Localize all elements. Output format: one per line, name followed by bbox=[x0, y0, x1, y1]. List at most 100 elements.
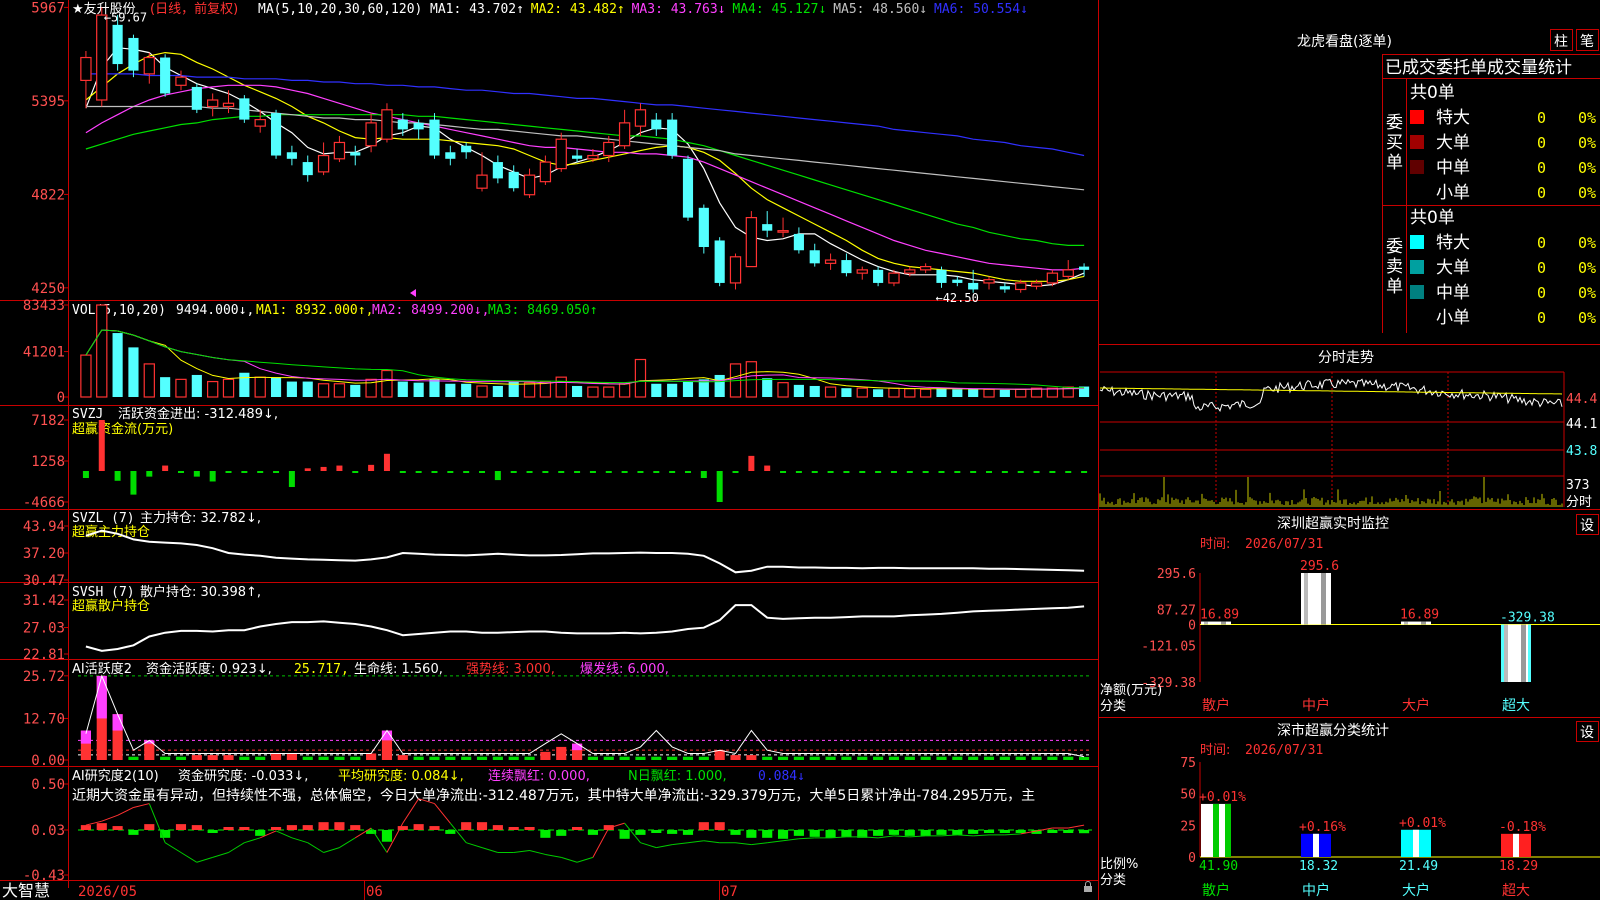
aires-bar bbox=[873, 829, 884, 836]
aiact-bar bbox=[334, 756, 345, 760]
aires-bar bbox=[175, 824, 187, 830]
lhb-total: 共0单 bbox=[1410, 208, 1455, 228]
svzj-bar bbox=[431, 471, 438, 473]
vol-bar bbox=[333, 383, 346, 398]
classify-category: 中户 bbox=[1302, 882, 1330, 899]
candle-down bbox=[191, 86, 202, 110]
vol-bar bbox=[175, 378, 187, 398]
lhb-row-pct: 0% bbox=[1578, 109, 1596, 127]
vol-bar bbox=[445, 383, 456, 397]
aiact-bar bbox=[223, 755, 234, 760]
aires-bar bbox=[144, 824, 155, 830]
aiact-bar bbox=[413, 756, 424, 760]
svzj-bar bbox=[684, 471, 691, 473]
svzj-bar bbox=[193, 471, 200, 477]
aires-bar bbox=[270, 826, 282, 830]
aiact-bar bbox=[397, 755, 408, 760]
svzj-bar bbox=[875, 471, 882, 473]
svsh-y-tick: 22.81 bbox=[23, 647, 65, 663]
lhb-side-char: 买 bbox=[1386, 133, 1403, 153]
aiact-bar bbox=[1079, 756, 1090, 760]
aiact-bar bbox=[476, 756, 488, 760]
classify-value-label: 18.29 bbox=[1499, 859, 1538, 874]
aiact-bar bbox=[191, 755, 202, 760]
candle-up bbox=[523, 174, 536, 196]
candle-up bbox=[618, 122, 631, 147]
candle-down bbox=[873, 269, 884, 283]
aiact-bar bbox=[540, 751, 551, 760]
vol-bar bbox=[254, 376, 266, 398]
lhb-row-label: 大单 bbox=[1436, 133, 1470, 153]
monitor-settings-button[interactable]: 设 bbox=[1576, 514, 1599, 535]
aires-bar bbox=[968, 829, 979, 834]
classify-category: 大户 bbox=[1402, 882, 1430, 899]
svzl-title: SVZL (7) bbox=[72, 511, 135, 526]
aiact-bar bbox=[682, 756, 694, 760]
monitor-y-tick: 295.6 bbox=[1157, 567, 1196, 582]
vol-bar bbox=[999, 389, 1010, 397]
bar-mode-button[interactable]: 柱 bbox=[1550, 29, 1573, 51]
aiact-bar-top bbox=[572, 743, 583, 751]
svzj-bar bbox=[669, 471, 676, 473]
classify-y-tick: 50 bbox=[1180, 788, 1196, 803]
svzj-bar bbox=[827, 471, 834, 473]
aires-bar bbox=[1063, 829, 1074, 833]
svzj-bar bbox=[653, 471, 660, 473]
aiact-bar bbox=[667, 756, 678, 760]
vol-bar bbox=[523, 382, 536, 398]
candle-down bbox=[651, 119, 662, 130]
commentary-mask bbox=[1099, 786, 1101, 806]
classify-bar-stripe bbox=[1413, 829, 1419, 857]
classify-change-label: +0.16% bbox=[1299, 820, 1346, 835]
vol-bar bbox=[555, 376, 567, 398]
monitor-time: 2026/07/31 bbox=[1245, 537, 1323, 552]
aires-last: 0.084↓ bbox=[758, 769, 805, 784]
svzj-bar bbox=[970, 471, 977, 473]
ma-legend-item: MA5: 48.560↓ bbox=[833, 2, 927, 17]
classify-title: 深市超赢分类统计 bbox=[1277, 722, 1389, 739]
aires-bar bbox=[223, 826, 234, 830]
aires-bar bbox=[983, 829, 995, 833]
aiact-bar bbox=[857, 756, 868, 760]
candle-up bbox=[904, 269, 916, 274]
aiact-bar bbox=[968, 756, 979, 760]
monitor-category: 中户 bbox=[1302, 697, 1330, 714]
lhb-row-label: 大单 bbox=[1436, 258, 1470, 278]
aires-bar bbox=[698, 822, 709, 830]
candle-down bbox=[286, 152, 297, 159]
vol-bar bbox=[667, 383, 678, 397]
svg-text:柱: 柱 bbox=[1554, 34, 1568, 50]
classify-y-tick: 0 bbox=[1188, 851, 1196, 866]
tick-mode-button[interactable]: 笔 bbox=[1576, 29, 1599, 51]
monitor-value-label: 16.89 bbox=[1200, 608, 1239, 623]
aiact-bar bbox=[508, 756, 519, 760]
aires-bar bbox=[793, 829, 804, 836]
candle-up bbox=[729, 256, 742, 284]
aiact-bar bbox=[698, 756, 709, 760]
vol-bar bbox=[651, 383, 662, 397]
candle-down bbox=[413, 122, 424, 130]
candle-down bbox=[461, 145, 472, 153]
svzj-bar bbox=[415, 471, 422, 473]
vol-bar bbox=[983, 388, 995, 398]
lhb-row-count: 0 bbox=[1537, 109, 1546, 127]
vol-bar bbox=[413, 382, 424, 397]
classify-settings-button[interactable]: 设 bbox=[1576, 721, 1599, 742]
lhb-title: 龙虎看盘(逐单) bbox=[1297, 33, 1392, 50]
aiact-bar bbox=[524, 756, 535, 760]
aiact-strong: 强势线: 3.000, bbox=[466, 661, 555, 677]
svg-text:设: 设 bbox=[1580, 725, 1594, 741]
svsh-subtitle: 超赢散户持仓 bbox=[72, 598, 150, 614]
lhb-color-swatch bbox=[1410, 285, 1424, 299]
aiact-bar bbox=[175, 756, 187, 760]
monitor-title: 深圳超赢实时监控 bbox=[1277, 515, 1389, 532]
candle-up bbox=[539, 161, 552, 183]
aires-bar bbox=[825, 829, 836, 838]
monitor-bar-shade bbox=[1304, 573, 1308, 625]
lhb-row-label: 中单 bbox=[1436, 158, 1470, 178]
candle-down bbox=[429, 119, 440, 156]
aiact-bar bbox=[904, 756, 915, 760]
svzj-bar bbox=[98, 420, 105, 471]
candle-down bbox=[350, 152, 361, 156]
lhb-side-char: 单 bbox=[1386, 277, 1403, 297]
